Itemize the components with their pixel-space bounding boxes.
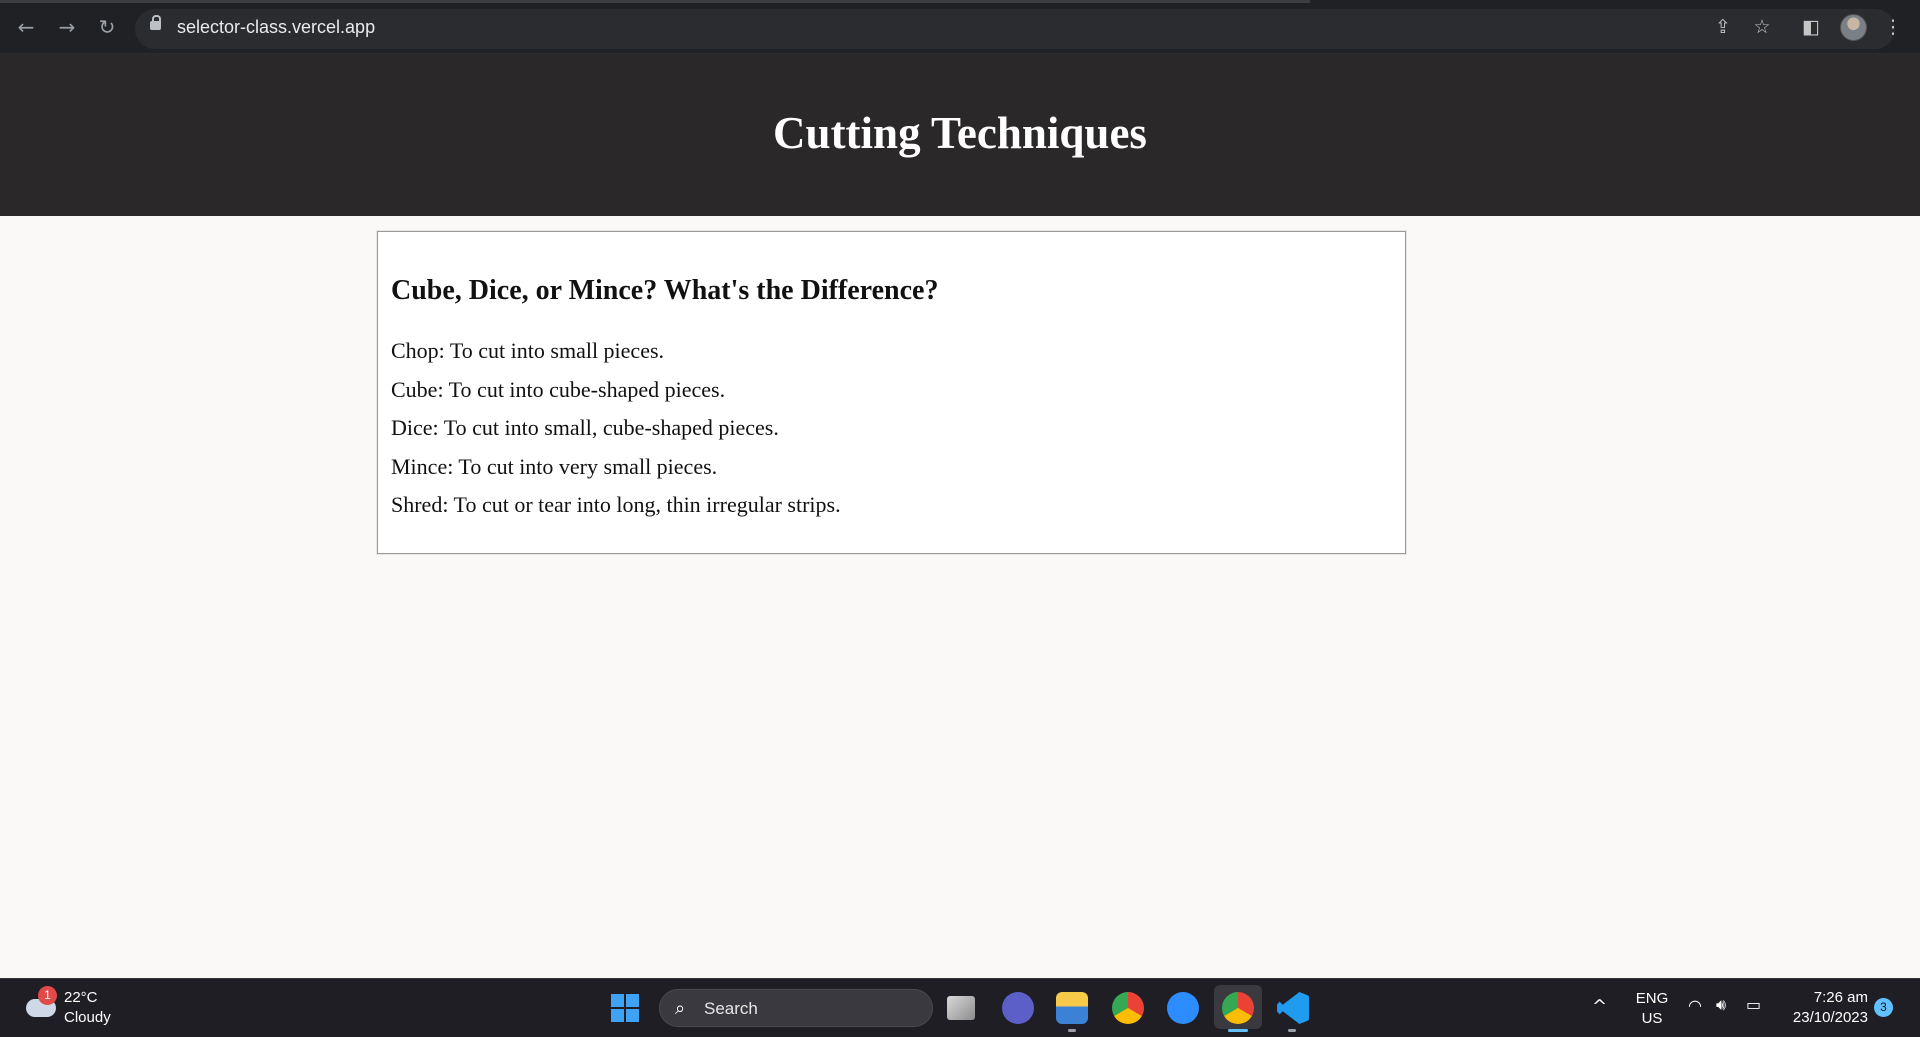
card-heading: Cube, Dice, or Mince? What's the Differe… [391, 275, 939, 306]
chrome-active-icon[interactable] [1222, 992, 1254, 1024]
definition-item-shred: Shred: To cut or tear into long, thin ir… [391, 492, 841, 517]
address-bar[interactable] [135, 9, 1895, 49]
windows-start-icon[interactable] [611, 994, 640, 1023]
weather-badge: 1 [38, 986, 57, 1005]
forward-arrow-icon[interactable]: → [53, 13, 81, 41]
page-title: Cutting Techniques [773, 108, 1147, 158]
more-menu-icon[interactable]: ⋮ [1880, 14, 1906, 40]
side-panel-icon[interactable]: ◧ [1798, 14, 1824, 40]
reload-icon[interactable]: ↻ [93, 13, 121, 41]
content-card: Cube, Dice, or Mince? What's the Differe… [377, 231, 1406, 554]
app-running-indicator [1288, 1029, 1296, 1032]
volume-icon[interactable]: 🔊︎ [1716, 995, 1726, 1015]
back-arrow-icon[interactable]: ← [12, 13, 40, 41]
definition-item-dice: Dice: To cut into small, cube-shaped pie… [391, 415, 779, 440]
weather-temp[interactable]: 22°C [64, 989, 98, 1006]
search-icon: ⌕ [675, 998, 686, 1019]
share-icon[interactable]: ⇪ [1710, 14, 1736, 40]
definition-item-mince: Mince: To cut into very small pieces. [391, 454, 718, 479]
battery-icon[interactable]: ▭ [1746, 995, 1761, 1014]
chevron-up-icon[interactable]: ^ [1592, 996, 1607, 1017]
definition-item-cube: Cube: To cut into cube-shaped pieces. [391, 377, 726, 402]
chrome-icon[interactable] [1112, 992, 1144, 1024]
url-text[interactable]: selector-class.vercel.app [177, 17, 375, 38]
file-explorer-icon[interactable] [1056, 992, 1088, 1024]
taskbar-search[interactable]: ⌕ Search [659, 989, 933, 1027]
app-running-indicator [1068, 1029, 1076, 1032]
star-icon[interactable]: ☆ [1749, 14, 1775, 40]
task-view-icon[interactable] [947, 996, 975, 1020]
notification-badge[interactable]: 3 [1874, 998, 1893, 1017]
profile-avatar[interactable] [1840, 14, 1867, 41]
clock-date[interactable]: 23/10/2023 [1782, 1009, 1868, 1026]
wifi-icon[interactable]: ◠ [1688, 996, 1702, 1015]
definition-item-chop: Chop: To cut into small pieces. [391, 338, 665, 363]
tab-strip-edge [0, 0, 1310, 3]
app-active-indicator [1228, 1029, 1248, 1032]
lock-icon[interactable] [150, 15, 161, 30]
teams-chat-icon[interactable] [1002, 992, 1034, 1024]
weather-condition[interactable]: Cloudy [64, 1009, 111, 1026]
search-label: Search [704, 999, 758, 1018]
language-bottom[interactable]: US [1632, 1010, 1672, 1027]
zoom-icon[interactable] [1167, 992, 1199, 1024]
language-top[interactable]: ENG [1632, 990, 1672, 1007]
clock-time[interactable]: 7:26 am [1782, 989, 1868, 1006]
